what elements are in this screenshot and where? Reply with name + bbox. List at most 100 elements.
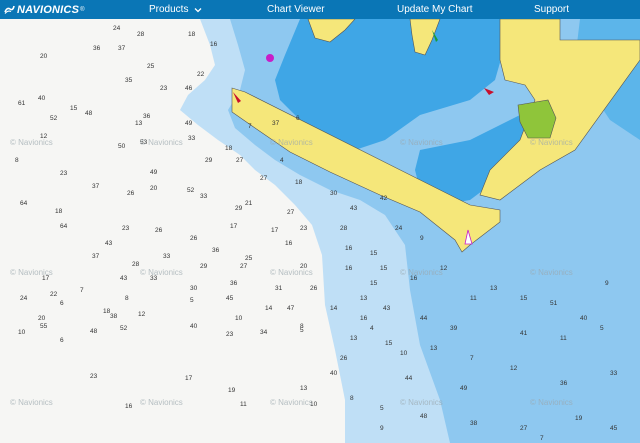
depth-sounding: 8 — [15, 157, 19, 164]
depth-sounding: 28 — [132, 261, 140, 268]
depth-sounding: 35 — [125, 77, 133, 84]
depth-sounding: 24 — [113, 25, 121, 32]
depth-sounding: 7 — [80, 287, 84, 294]
depth-sounding: 37 — [92, 253, 100, 260]
top-navigation-bar: NAVIONICS ® Products Chart Viewer Update… — [0, 0, 640, 19]
depth-sounding: 25 — [245, 255, 253, 262]
depth-sounding: 23 — [122, 225, 130, 232]
nav-update-my-chart[interactable]: Update My Chart — [397, 0, 473, 19]
depth-sounding: 17 — [271, 227, 279, 234]
depth-sounding: 4 — [370, 325, 374, 332]
depth-sounding: 55 — [40, 323, 48, 330]
depth-sounding: 49 — [460, 385, 468, 392]
depth-sounding: 26 — [190, 235, 198, 242]
depth-sounding: 43 — [383, 305, 391, 312]
navionics-watermark: © Navionics — [400, 398, 443, 407]
navionics-watermark: © Navionics — [140, 268, 183, 277]
navionics-watermark: © Navionics — [400, 268, 443, 277]
depth-sounding: 36 — [212, 247, 220, 254]
depth-sounding: 30 — [190, 285, 198, 292]
depth-sounding: 28 — [340, 225, 348, 232]
nav-update-my-chart-label: Update My Chart — [397, 4, 473, 15]
chart-canvas[interactable]: 2428 181636 372025352223 46401552 3613614849… — [0, 19, 640, 443]
depth-sounding: 36 — [143, 113, 151, 120]
depth-sounding: 29 — [205, 157, 213, 164]
marina-icon[interactable] — [266, 54, 274, 62]
depth-sounding: 16 — [345, 265, 353, 272]
navionics-watermark: © Navionics — [270, 398, 313, 407]
depth-sounding: 49 — [185, 120, 193, 127]
depth-sounding: 23 — [226, 331, 234, 338]
depth-sounding: 27 — [520, 425, 528, 432]
depth-sounding: 27 — [240, 263, 248, 270]
nautical-chart-map[interactable]: 24 28 18 16 36 37 20 25 35 22 23 46 40 15 52 36 13 61 48 49… — [0, 19, 640, 443]
depth-sounding: 45 — [610, 425, 618, 432]
logo-text: NAVIONICS — [17, 3, 80, 16]
depth-sounding: 40 — [580, 315, 588, 322]
navionics-watermark: © Navionics — [270, 138, 313, 147]
depth-sounding: 39 — [450, 325, 458, 332]
navionics-watermark: © Navionics — [400, 138, 443, 147]
depth-sounding: 44 — [420, 315, 428, 322]
depth-sounding: 11 — [560, 335, 567, 342]
nav-support-label: Support — [534, 4, 570, 15]
nav-support[interactable]: Support — [534, 0, 569, 19]
depth-sounding: 14 — [330, 305, 338, 312]
depth-sounding: 18 — [295, 179, 303, 186]
depth-sounding: 5 — [600, 325, 604, 332]
depth-sounding: 48 — [420, 413, 428, 420]
depth-sounding: 30 — [330, 190, 338, 197]
depth-sounding: 16 — [285, 240, 293, 247]
navionics-logo[interactable]: NAVIONICS ® — [4, 0, 85, 19]
depth-sounding: 9 — [605, 280, 609, 287]
depth-sounding: 33 — [163, 253, 171, 260]
depth-sounding: 19 — [575, 415, 583, 422]
depth-sounding: 37 — [118, 45, 126, 52]
navionics-watermark: © Navionics — [140, 398, 183, 407]
depth-sounding: 27 — [260, 175, 268, 182]
depth-sounding: 8 — [300, 323, 304, 330]
depth-sounding: 27 — [236, 157, 244, 164]
depth-sounding: 15 — [70, 105, 78, 112]
depth-sounding: 19 — [228, 387, 236, 394]
wave-icon — [4, 5, 15, 14]
depth-sounding: 33 — [188, 135, 196, 142]
depth-sounding: 47 — [287, 305, 295, 312]
depth-sounding: 20 — [40, 53, 48, 60]
nav-products-label: Products — [149, 4, 189, 15]
depth-sounding: 40 — [190, 323, 198, 330]
depth-sounding: 33 — [200, 193, 208, 200]
depth-sounding: 18 — [225, 145, 233, 152]
depth-sounding: 36 — [560, 380, 568, 387]
nav-products[interactable]: Products — [149, 0, 202, 19]
navionics-watermark: © Navionics — [530, 138, 573, 147]
depth-sounding: 43 — [350, 205, 358, 212]
depth-sounding: 38 — [470, 420, 478, 427]
depth-sounding: 41 — [520, 330, 528, 337]
depth-sounding: 14 — [265, 305, 273, 312]
depth-sounding: 9 — [380, 425, 384, 432]
depth-sounding: 13 — [490, 285, 498, 292]
depth-sounding: 16 — [210, 41, 218, 48]
depth-sounding: 6 — [60, 337, 64, 344]
depth-sounding: 10 — [400, 350, 408, 357]
depth-sounding: 43 — [120, 275, 128, 282]
depth-sounding: 42 — [380, 195, 388, 202]
chevron-down-icon — [195, 7, 202, 12]
depth-sounding: 6 — [296, 115, 300, 122]
depth-sounding: 10 — [18, 329, 26, 336]
depth-sounding: 20 — [38, 315, 46, 322]
navionics-watermark: © Navionics — [10, 138, 53, 147]
depth-sounding: 15 — [385, 340, 393, 347]
depth-sounding: 13 — [360, 295, 368, 302]
nav-chart-viewer[interactable]: Chart Viewer — [267, 0, 325, 19]
depth-sounding: 48 — [90, 328, 98, 335]
depth-sounding: 7 — [248, 123, 252, 130]
depth-sounding: 20 — [150, 185, 158, 192]
depth-sounding: 17 — [230, 223, 238, 230]
depth-sounding: 36 — [230, 280, 238, 287]
registered-mark: ® — [80, 6, 85, 13]
depth-sounding: 15 — [370, 250, 378, 257]
depth-sounding: 16 — [360, 315, 368, 322]
depth-sounding: 23 — [90, 373, 98, 380]
